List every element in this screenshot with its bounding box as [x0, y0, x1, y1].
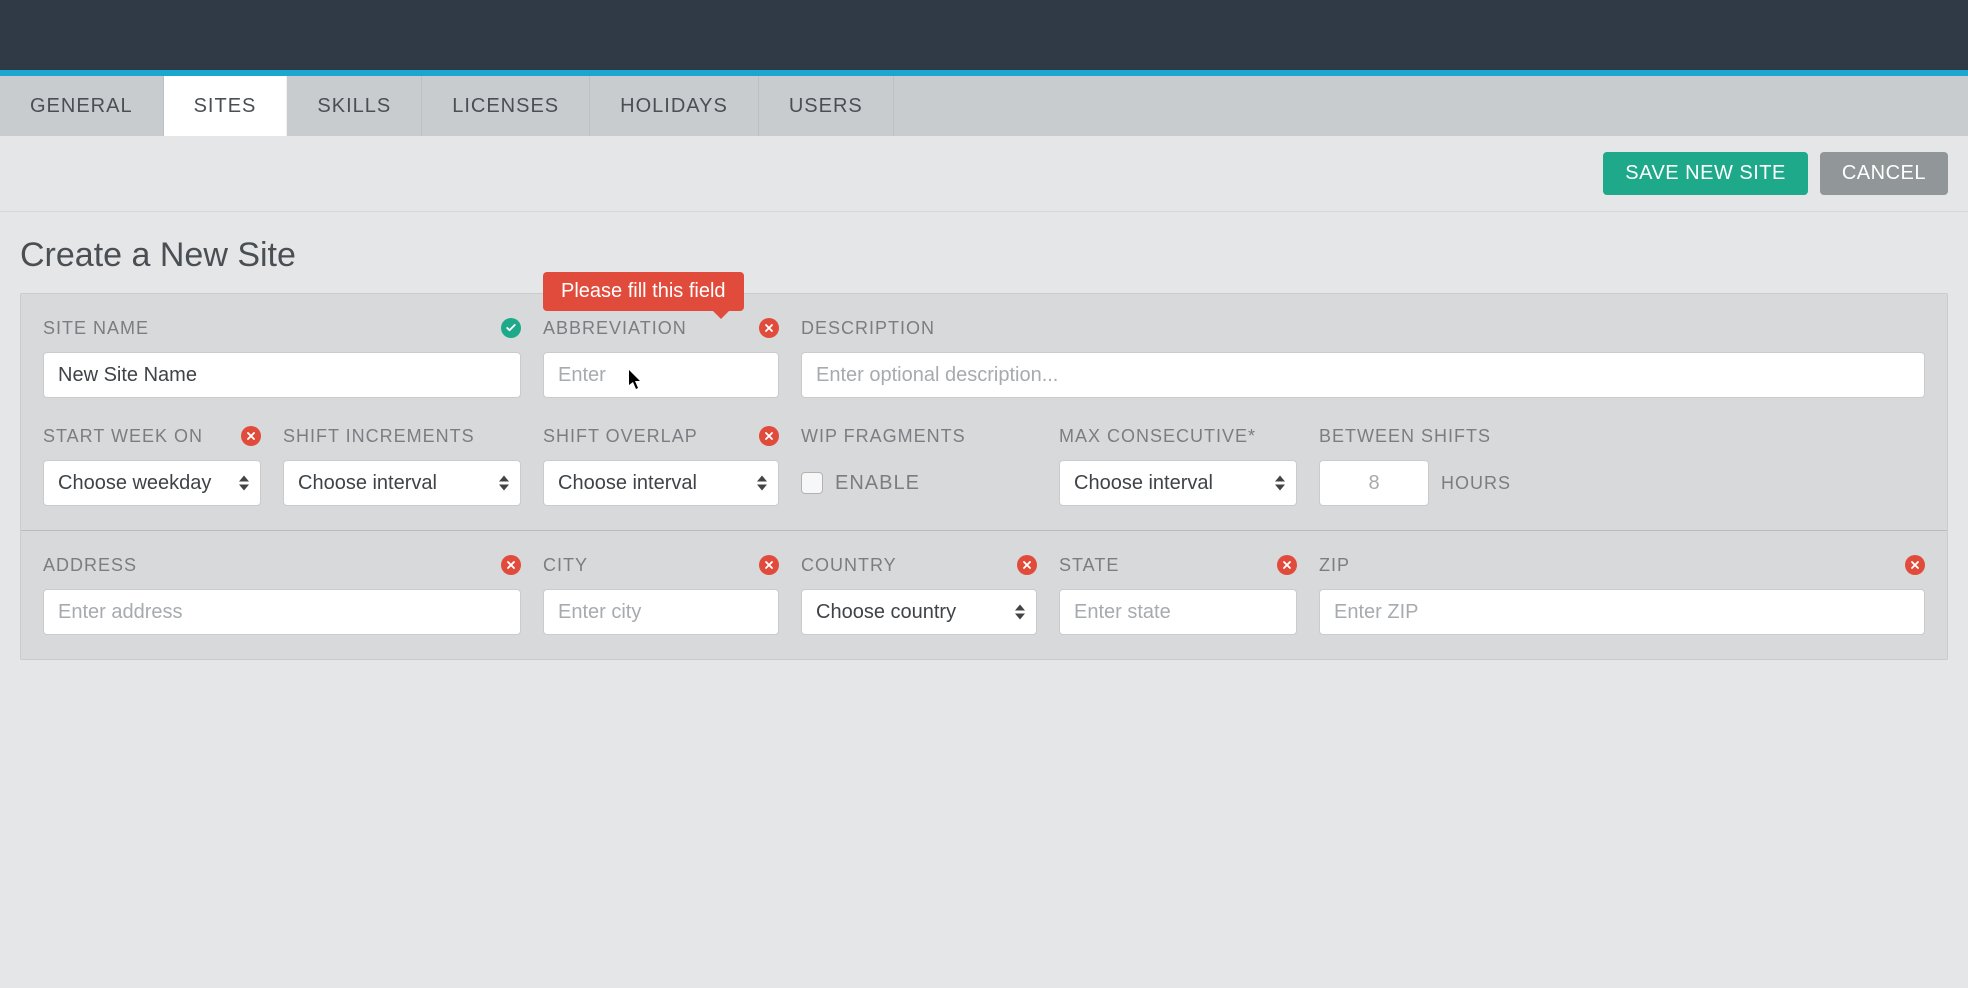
error-circle-icon [759, 555, 779, 575]
form-section-basic: SITE NAME Please fill this field ABBREVI… [21, 294, 1947, 530]
error-circle-icon [1277, 555, 1297, 575]
between-shifts-suffix: HOURS [1441, 473, 1511, 494]
error-circle-icon [759, 426, 779, 446]
field-max-consecutive: MAX CONSECUTIVE* Choose interval [1059, 422, 1297, 506]
error-circle-icon [241, 426, 261, 446]
city-input[interactable] [543, 589, 779, 635]
tab-skills[interactable]: SKILLS [287, 76, 422, 136]
country-select[interactable]: Choose country [801, 589, 1037, 635]
start-week-select[interactable]: Choose weekday [43, 460, 261, 506]
field-site-name: SITE NAME [43, 314, 521, 398]
field-wip-fragments: WIP FRAGMENTS ENABLE [801, 422, 1037, 506]
error-circle-icon [501, 555, 521, 575]
tabs: GENERAL SITES SKILLS LICENSES HOLIDAYS U… [0, 76, 1968, 136]
wip-fragments-checkbox-label: ENABLE [835, 472, 920, 495]
shift-increments-label: SHIFT INCREMENTS [283, 426, 475, 447]
state-label: STATE [1059, 555, 1119, 576]
shift-increments-select[interactable]: Choose interval [283, 460, 521, 506]
field-shift-overlap: SHIFT OVERLAP Choose interval [543, 422, 779, 506]
shift-overlap-select[interactable]: Choose interval [543, 460, 779, 506]
field-between-shifts: BETWEEN SHIFTS HOURS [1319, 422, 1925, 506]
wip-fragments-checkbox[interactable] [801, 472, 823, 494]
description-input[interactable] [801, 352, 1925, 398]
between-shifts-label: BETWEEN SHIFTS [1319, 426, 1491, 447]
tab-users[interactable]: USERS [759, 76, 894, 136]
field-state: STATE [1059, 551, 1297, 635]
site-name-label: SITE NAME [43, 318, 149, 339]
field-zip: ZIP [1319, 551, 1925, 635]
error-circle-icon [1905, 555, 1925, 575]
tab-general[interactable]: GENERAL [0, 76, 164, 136]
field-description: DESCRIPTION [801, 314, 1925, 398]
cancel-button[interactable]: CANCEL [1820, 152, 1948, 195]
shift-overlap-label: SHIFT OVERLAP [543, 426, 698, 447]
zip-label: ZIP [1319, 555, 1350, 576]
action-bar: SAVE NEW SITE CANCEL [0, 136, 1968, 212]
content: Create a New Site SITE NAME Please fill … [0, 212, 1968, 684]
start-week-label: START WEEK ON [43, 426, 203, 447]
field-city: CITY [543, 551, 779, 635]
max-consecutive-label: MAX CONSECUTIVE* [1059, 426, 1256, 447]
error-circle-icon [1017, 555, 1037, 575]
wip-fragments-label: WIP FRAGMENTS [801, 426, 966, 447]
field-address: ADDRESS [43, 551, 521, 635]
tab-licenses[interactable]: LICENSES [422, 76, 590, 136]
abbreviation-label: ABBREVIATION [543, 318, 687, 339]
field-start-week: START WEEK ON Choose weekday [43, 422, 261, 506]
save-new-site-button[interactable]: SAVE NEW SITE [1603, 152, 1808, 195]
state-input[interactable] [1059, 589, 1297, 635]
between-shifts-input[interactable] [1319, 460, 1429, 506]
field-abbreviation: Please fill this field ABBREVIATION [543, 314, 779, 398]
tab-sites[interactable]: SITES [164, 76, 288, 136]
max-consecutive-select[interactable]: Choose interval [1059, 460, 1297, 506]
address-input[interactable] [43, 589, 521, 635]
city-label: CITY [543, 555, 588, 576]
abbreviation-input[interactable] [543, 352, 779, 398]
site-name-input[interactable] [43, 352, 521, 398]
validation-tooltip: Please fill this field [543, 272, 744, 311]
check-circle-icon [501, 318, 521, 338]
address-label: ADDRESS [43, 555, 137, 576]
field-shift-increments: SHIFT INCREMENTS Choose interval [283, 422, 521, 506]
description-label: DESCRIPTION [801, 318, 935, 339]
top-bar [0, 0, 1968, 70]
country-label: COUNTRY [801, 555, 897, 576]
error-circle-icon [759, 318, 779, 338]
page-title: Create a New Site [20, 236, 1948, 275]
field-country: COUNTRY Choose country [801, 551, 1037, 635]
form-panel: SITE NAME Please fill this field ABBREVI… [20, 293, 1948, 660]
tab-holidays[interactable]: HOLIDAYS [590, 76, 759, 136]
zip-input[interactable] [1319, 589, 1925, 635]
form-section-address: ADDRESS CITY [21, 530, 1947, 659]
